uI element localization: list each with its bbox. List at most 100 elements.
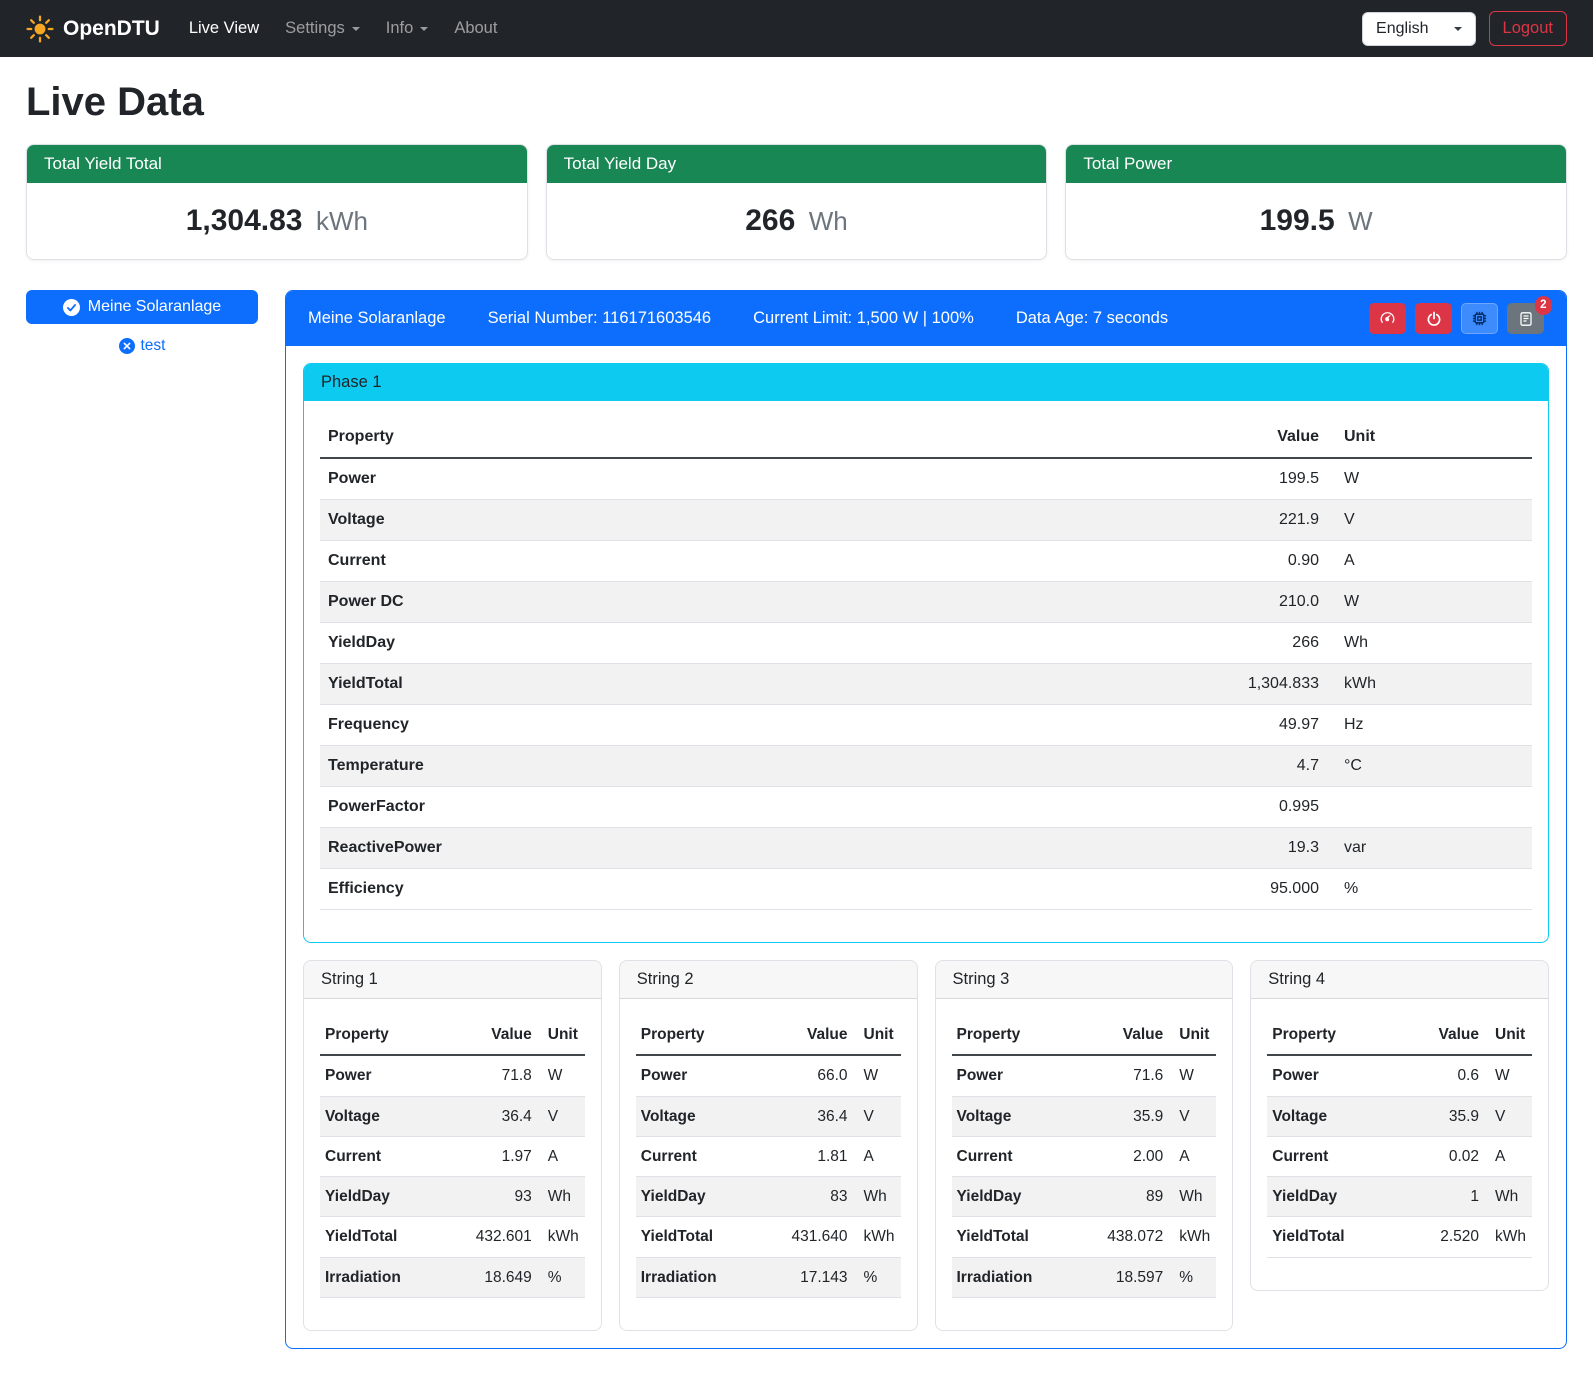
property-cell: ReactivePower: [320, 828, 1152, 869]
phase-table-row: Power DC 210.0 W: [320, 582, 1532, 623]
property-cell: Current: [320, 541, 1152, 582]
inverter-button-meine-solaranlage[interactable]: Meine Solaranlage: [26, 290, 258, 324]
unit-cell: A: [853, 1136, 901, 1176]
unit-cell: %: [853, 1257, 901, 1297]
top-navbar: OpenDTU Live View Settings Info About En…: [0, 0, 1593, 57]
column-header-unit: Unit: [1327, 417, 1532, 458]
column-header-unit: Unit: [1168, 1015, 1216, 1055]
value-cell: 1.81: [779, 1136, 853, 1176]
value-cell: 431.640: [779, 1217, 853, 1257]
unit-cell: W: [1327, 582, 1532, 623]
language-value: English: [1376, 20, 1428, 38]
device-info-button[interactable]: [1461, 303, 1498, 334]
string-card-title: String 4: [1251, 961, 1548, 999]
event-log-button[interactable]: 2: [1507, 303, 1544, 334]
table-header-row: Property Value Unit: [320, 417, 1532, 458]
unit-cell: Wh: [1484, 1177, 1532, 1217]
value-cell: 1,304.833: [1152, 664, 1327, 705]
value-cell: 19.3: [1152, 828, 1327, 869]
inverter-item-test[interactable]: test: [119, 337, 166, 355]
string-table-row: Voltage 35.9 V: [952, 1096, 1217, 1136]
value-cell: 210.0: [1152, 582, 1327, 623]
column-header-property: Property: [636, 1015, 779, 1055]
column-header-unit: Unit: [537, 1015, 585, 1055]
unit-cell: W: [1327, 458, 1532, 500]
property-cell: Voltage: [320, 500, 1152, 541]
unit-cell: kWh: [1327, 664, 1532, 705]
unit-cell: %: [1327, 869, 1532, 910]
inverter-panel: Meine Solaranlage Serial Number: 1161716…: [285, 290, 1567, 1349]
value-cell: 17.143: [779, 1257, 853, 1297]
limit-settings-button[interactable]: [1369, 303, 1406, 334]
value-cell: 95.000: [1152, 869, 1327, 910]
property-cell: Current: [1267, 1136, 1410, 1176]
panel-data-age: Data Age: 7 seconds: [1016, 309, 1168, 328]
property-cell: YieldDay: [320, 1177, 463, 1217]
property-cell: Current: [636, 1136, 779, 1176]
panel-serial-number: Serial Number: 116171603546: [488, 309, 712, 328]
string-card-title: String 1: [304, 961, 601, 999]
property-cell: YieldTotal: [636, 1217, 779, 1257]
inverter-panel-body: Phase 1 Property Value Unit: [286, 346, 1566, 1348]
string-4-table: Property Value Unit Power: [1267, 1015, 1532, 1258]
column-header-property: Property: [320, 417, 1152, 458]
string-3-card: String 3 Property Value Unit: [935, 960, 1234, 1331]
card-body: 266 Wh: [547, 183, 1047, 259]
unit-cell: A: [1484, 1136, 1532, 1176]
phase-table-row: Efficiency 95.000 %: [320, 869, 1532, 910]
phase-table-row: Frequency 49.97 Hz: [320, 705, 1532, 746]
string-table-row: Power 66.0 W: [636, 1055, 901, 1096]
property-cell: Power DC: [320, 582, 1152, 623]
unit-cell: A: [1168, 1136, 1216, 1176]
unit-cell: kWh: [537, 1217, 585, 1257]
property-cell: Power: [952, 1055, 1095, 1096]
string-3-table: Property Value Unit Power: [952, 1015, 1217, 1298]
string-table-row: YieldTotal 432.601 kWh: [320, 1217, 585, 1257]
string-table-row: Current 0.02 A: [1267, 1136, 1532, 1176]
property-cell: Frequency: [320, 705, 1152, 746]
language-select[interactable]: English: [1362, 12, 1475, 46]
brand[interactable]: OpenDTU: [26, 15, 160, 43]
value-cell: 36.4: [463, 1096, 537, 1136]
nav-item-about[interactable]: About: [441, 11, 510, 46]
string-table-row: YieldTotal 431.640 kWh: [636, 1217, 901, 1257]
card-value: 266: [745, 204, 795, 237]
column-header-property: Property: [952, 1015, 1095, 1055]
table-header-row: Property Value Unit: [320, 1015, 585, 1055]
value-cell: 4.7: [1152, 746, 1327, 787]
caret-down-icon: [352, 27, 360, 31]
nav-item-info[interactable]: Info: [373, 11, 442, 46]
page-title: Live Data: [26, 80, 1567, 125]
brand-label: OpenDTU: [63, 17, 160, 41]
column-header-value: Value: [463, 1015, 537, 1055]
string-table-row: Voltage 36.4 V: [320, 1096, 585, 1136]
string-4-card: String 4 Property Value Unit: [1250, 960, 1549, 1291]
inverter-label: Meine Solaranlage: [88, 298, 221, 316]
property-cell: YieldTotal: [320, 1217, 463, 1257]
card-title: Total Yield Day: [547, 145, 1047, 183]
value-cell: 1: [1410, 1177, 1484, 1217]
string-table-row: Voltage 35.9 V: [1267, 1096, 1532, 1136]
property-cell: Efficiency: [320, 869, 1152, 910]
column-header-unit: Unit: [1484, 1015, 1532, 1055]
power-button[interactable]: [1415, 303, 1452, 334]
string-table-row: YieldDay 93 Wh: [320, 1177, 585, 1217]
nav-item-live-view[interactable]: Live View: [176, 11, 272, 46]
string-table-row: Power 71.8 W: [320, 1055, 585, 1096]
nav-item-settings[interactable]: Settings: [272, 11, 373, 46]
property-cell: YieldDay: [952, 1177, 1095, 1217]
check-circle-icon: [63, 299, 80, 316]
property-cell: PowerFactor: [320, 787, 1152, 828]
nav-item-label: Live View: [189, 19, 259, 38]
unit-cell: W: [1168, 1055, 1216, 1096]
string-table-row: YieldDay 83 Wh: [636, 1177, 901, 1217]
unit-cell: V: [1327, 500, 1532, 541]
string-card-body: Property Value Unit Power: [304, 999, 601, 1330]
nav-item-label: Info: [386, 19, 414, 38]
unit-cell: A: [537, 1136, 585, 1176]
value-cell: 199.5: [1152, 458, 1327, 500]
card-total-power: Total Power 199.5 W: [1065, 144, 1567, 260]
logout-button[interactable]: Logout: [1489, 11, 1567, 46]
value-cell: 438.072: [1094, 1217, 1168, 1257]
panel-buttons: 2: [1369, 303, 1544, 334]
